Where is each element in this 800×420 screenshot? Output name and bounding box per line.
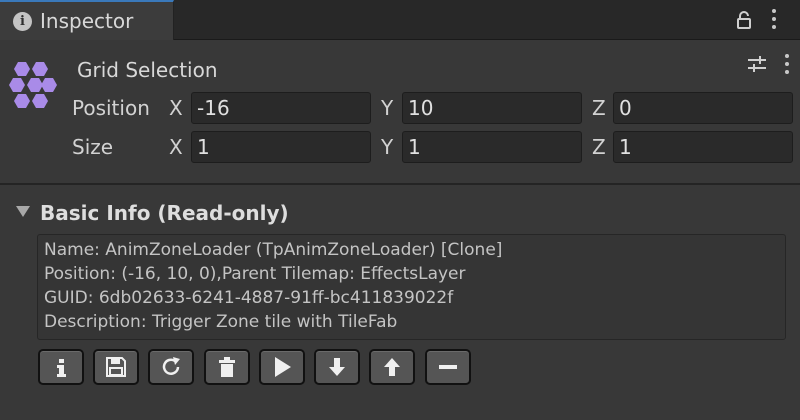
size-z-field[interactable]: 1: [613, 131, 793, 163]
remove-button[interactable]: [425, 349, 471, 385]
tab-inspector[interactable]: i Inspector: [0, 0, 174, 40]
section-divider: [0, 183, 800, 185]
info-icon: i: [13, 12, 32, 31]
object-title: Grid Selection: [77, 58, 218, 82]
position-label: Position: [72, 96, 150, 120]
delete-icon: [219, 357, 235, 377]
position-y-label: Y: [381, 96, 394, 120]
foldout-arrow-icon[interactable]: [16, 206, 30, 217]
position-y-field[interactable]: 10: [402, 92, 582, 124]
refresh-button[interactable]: [148, 349, 194, 385]
size-y-label: Y: [381, 135, 394, 159]
info-button[interactable]: [38, 349, 84, 385]
size-label: Size: [72, 135, 114, 159]
hexagon-grid-icon: [9, 62, 57, 108]
play-icon: [275, 357, 291, 377]
info-guid-line: GUID: 6db02633-6241-4887-91ff-bc41183902…: [44, 288, 454, 308]
context-menu-icon[interactable]: [783, 54, 791, 76]
info-description-line: Description: Trigger Zone tile with Tile…: [44, 312, 398, 332]
position-z-label: Z: [592, 96, 606, 120]
move-down-button[interactable]: [314, 349, 360, 385]
position-x-field[interactable]: -16: [191, 92, 371, 124]
minus-icon: [439, 365, 457, 369]
save-button[interactable]: [93, 349, 139, 385]
tab-title: Inspector: [40, 9, 134, 33]
presets-icon[interactable]: [746, 53, 768, 75]
info-icon: [57, 359, 66, 377]
tab-strip: i Inspector: [0, 0, 800, 40]
info-position-line: Position: (-16, 10, 0),Parent Tilemap: E…: [44, 264, 466, 284]
size-x-label: X: [169, 135, 183, 159]
inspector-window: i Inspector Grid Selection Position X -1…: [0, 0, 800, 420]
menu-dots-icon[interactable]: [770, 9, 778, 31]
arrow-up-icon: [384, 358, 400, 376]
position-z-field[interactable]: 0: [613, 92, 793, 124]
position-x-label: X: [169, 96, 183, 120]
basic-info-foldout[interactable]: Basic Info (Read-only): [40, 201, 289, 225]
lock-icon[interactable]: [736, 10, 752, 30]
arrow-down-icon: [329, 358, 345, 376]
info-name-line: Name: AnimZoneLoader (TpAnimZoneLoader) …: [44, 240, 503, 260]
basic-info-box: Name: AnimZoneLoader (TpAnimZoneLoader) …: [37, 234, 786, 340]
size-y-field[interactable]: 1: [402, 131, 582, 163]
play-button[interactable]: [259, 349, 305, 385]
move-up-button[interactable]: [369, 349, 415, 385]
save-icon: [106, 357, 126, 377]
size-x-field[interactable]: 1: [191, 131, 371, 163]
size-z-label: Z: [592, 135, 606, 159]
refresh-icon: [162, 357, 180, 375]
delete-button[interactable]: [204, 349, 250, 385]
